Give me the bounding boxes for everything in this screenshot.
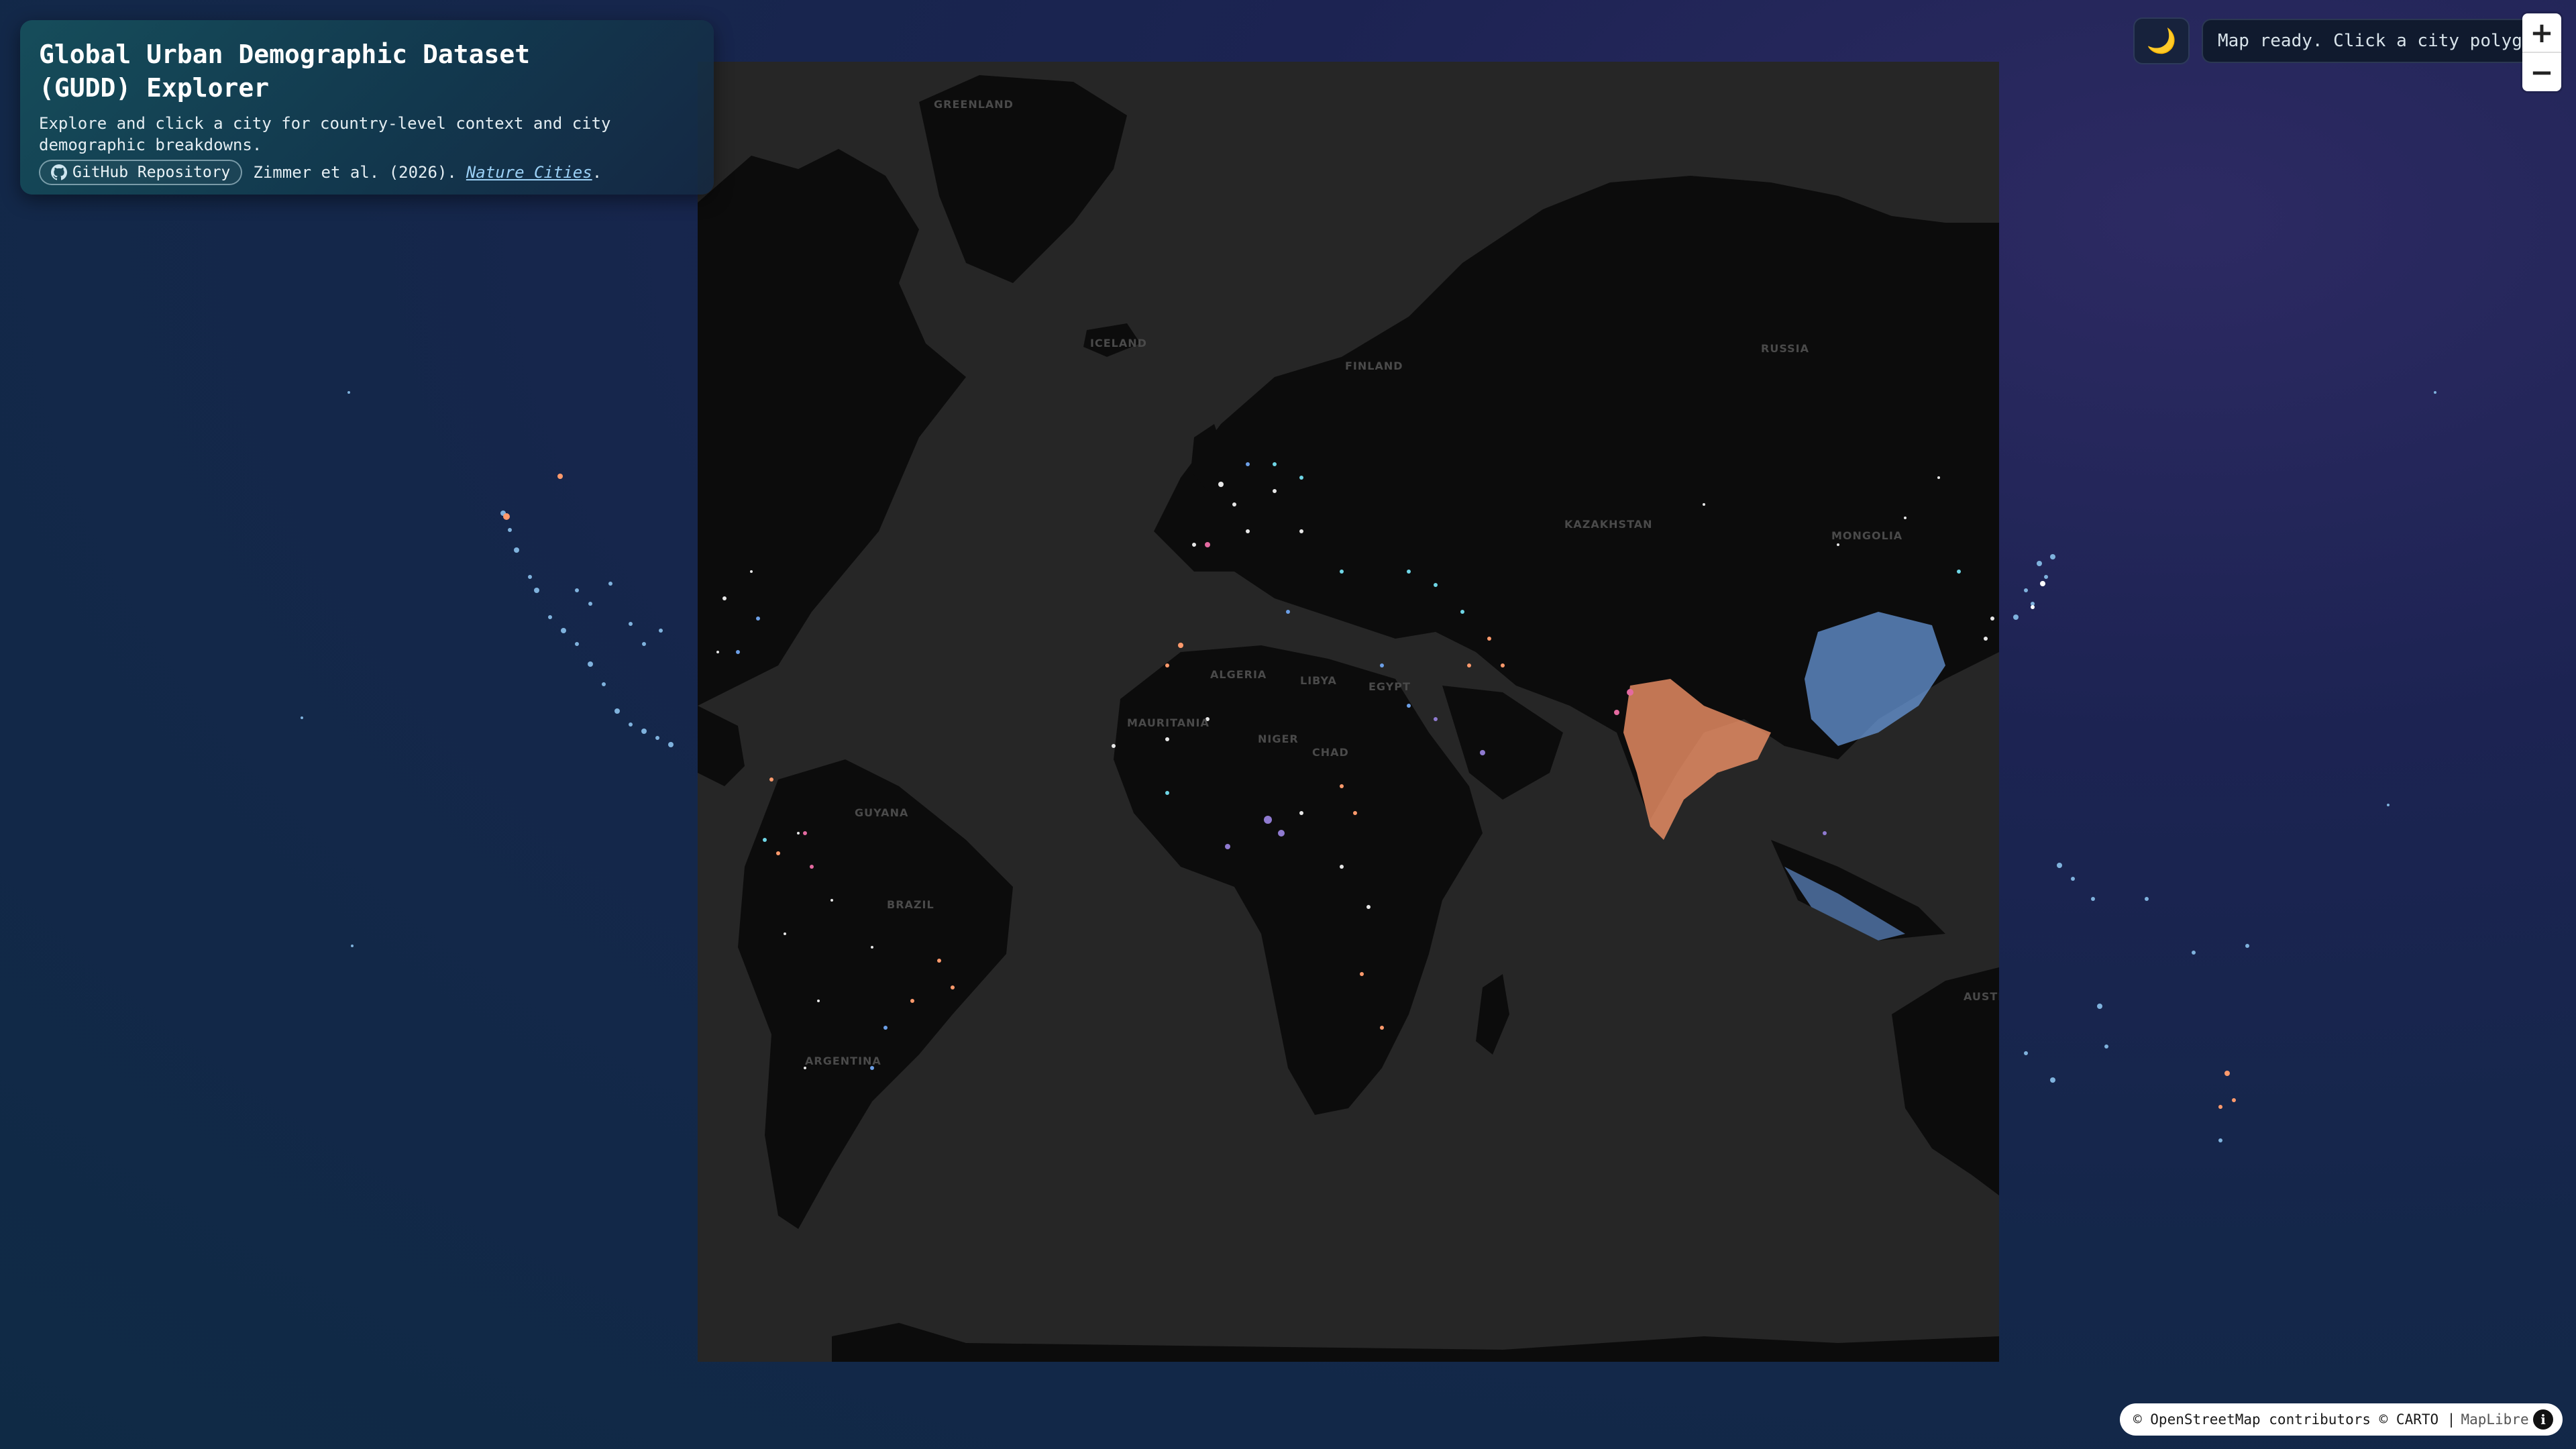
madagascar-landmass xyxy=(1476,974,1509,1055)
moon-icon: 🌙 xyxy=(2146,28,2177,55)
north-america-landmass xyxy=(698,149,966,706)
map-label-greenland: GREENLAND xyxy=(934,98,1014,111)
maplibre-link[interactable]: MapLibre xyxy=(2461,1411,2528,1428)
map-label-iceland: ICELAND xyxy=(1090,337,1147,350)
zoom-in-button[interactable]: + xyxy=(2522,13,2561,52)
map-canvas[interactable] xyxy=(698,62,1999,1362)
attribution-text: © OpenStreetMap contributors © CARTO | xyxy=(2133,1411,2456,1428)
map-label-egypt: EGYPT xyxy=(1368,680,1411,693)
app-root: GREENLAND ICELAND FINLAND RUSSIA KAZAKHS… xyxy=(0,0,2576,1449)
africa-landmass xyxy=(1114,645,1483,1115)
citation-period: . xyxy=(592,163,602,182)
citation-row: GitHub Repository Zimmer et al. (2026). … xyxy=(39,160,695,185)
map-label-niger: NIGER xyxy=(1258,733,1299,745)
south-america-landmass xyxy=(738,759,1013,1229)
info-icon[interactable]: i xyxy=(2533,1409,2553,1430)
map-label-finland: FINLAND xyxy=(1345,360,1403,372)
map-label-australia: AUSTR xyxy=(1964,990,1999,1003)
map-label-brazil: BRAZIL xyxy=(887,898,934,911)
page-title: Global Urban Demographic Dataset (GUDD) … xyxy=(39,40,531,103)
journal-link[interactable]: Nature Cities xyxy=(466,163,592,182)
panel-description: Explore and click a city for country-lev… xyxy=(39,114,611,154)
map-label-argentina: ARGENTINA xyxy=(805,1055,881,1067)
github-button-label: GitHub Repository xyxy=(72,164,231,181)
github-icon xyxy=(51,164,67,180)
theme-toggle-button[interactable]: 🌙 xyxy=(2133,17,2190,64)
map-label-libya: LIBYA xyxy=(1300,674,1337,687)
info-panel: Global Urban Demographic Dataset (GUDD) … xyxy=(20,20,714,195)
world-map[interactable]: GREENLAND ICELAND FINLAND RUSSIA KAZAKHS… xyxy=(698,62,1999,1362)
map-label-kazakhstan: KAZAKHSTAN xyxy=(1564,518,1653,531)
china-cluster xyxy=(1805,612,1945,746)
map-label-algeria: ALGERIA xyxy=(1210,668,1267,681)
map-label-mongolia: MONGOLIA xyxy=(1831,529,1903,542)
map-label-chad: CHAD xyxy=(1312,746,1349,759)
map-label-russia: RUSSIA xyxy=(1761,342,1809,355)
map-label-mauritania: MAURITANIA xyxy=(1127,716,1210,729)
central-america-landmass xyxy=(698,706,745,786)
map-label-guyana: GUYANA xyxy=(855,806,909,819)
antarctica-landmass xyxy=(832,1323,1999,1362)
zoom-out-button[interactable]: − xyxy=(2522,52,2561,91)
zoom-control: + − xyxy=(2522,13,2561,91)
github-repository-button[interactable]: GitHub Repository xyxy=(39,160,243,185)
citation-text: Zimmer et al. (2026). xyxy=(253,163,457,182)
status-message: Map ready. Click a city polygon xyxy=(2202,19,2537,63)
map-attribution: © OpenStreetMap contributors © CARTO | M… xyxy=(2120,1403,2563,1436)
